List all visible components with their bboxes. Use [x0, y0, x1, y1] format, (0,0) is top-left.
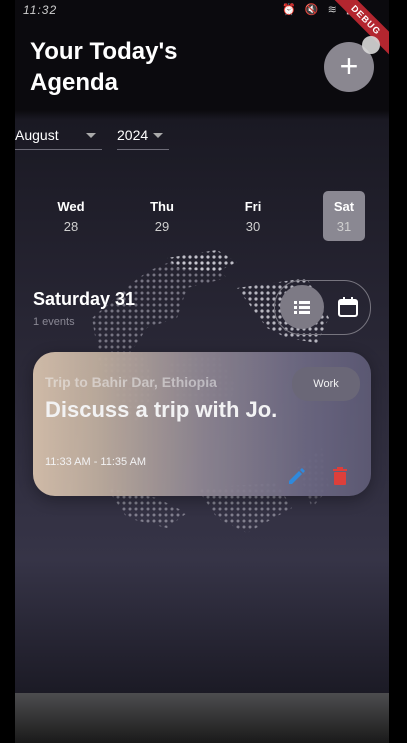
list-icon	[294, 301, 310, 314]
event-card[interactable]: Trip to Bahir Dar, Ethiopia Discuss a tr…	[33, 352, 371, 496]
title-line-2: Agenda	[30, 69, 119, 96]
day-sat-31-selected[interactable]: Sat 31	[323, 191, 365, 241]
event-category-badge: Work	[292, 367, 360, 401]
day-name: Fri	[244, 199, 262, 214]
day-fri-30[interactable]: Fri 30	[232, 191, 274, 241]
year-value: 2024	[117, 127, 149, 143]
month-value: August	[15, 127, 59, 143]
event-time: 11:33 AM - 11:35 AM	[45, 456, 147, 468]
event-count: 1 events	[33, 316, 75, 328]
chevron-down-icon	[86, 133, 96, 138]
day-name: Thu	[150, 199, 174, 214]
chevron-down-icon	[153, 133, 163, 138]
status-time: 11:32	[23, 3, 58, 17]
page-title: Your Today's Agenda	[30, 36, 178, 98]
status-bar: 11:32 ⏰ 🔇 ≋ ▮	[15, 0, 389, 22]
edit-icon[interactable]	[287, 466, 307, 486]
month-dropdown[interactable]: August	[15, 124, 102, 150]
day-thu-29[interactable]: Thu 29	[141, 191, 183, 241]
year-dropdown[interactable]: 2024	[117, 124, 169, 150]
delete-icon[interactable]	[332, 467, 348, 485]
plus-icon: +	[339, 48, 359, 84]
day-date: 28	[63, 219, 79, 234]
list-view-button[interactable]	[280, 285, 324, 329]
day-date: 30	[245, 219, 261, 234]
app-screen: 11:32 ⏰ 🔇 ≋ ▮ DEBUG Your Today's Agenda …	[15, 0, 389, 743]
day-date: 29	[154, 219, 170, 234]
debug-overlay-dot	[362, 36, 380, 54]
day-name: Wed	[57, 199, 85, 214]
calendar-icon[interactable]	[334, 293, 362, 321]
agenda-date-title: Saturday 31	[33, 289, 136, 309]
day-wed-28[interactable]: Wed 28	[50, 191, 92, 241]
event-title: Discuss a trip with Jo.	[45, 397, 278, 422]
day-date: 31	[336, 219, 352, 234]
view-toggle	[274, 280, 371, 335]
day-name: Sat	[333, 199, 355, 214]
title-line-1: Your Today's	[30, 38, 178, 65]
system-navigation-bar	[15, 693, 389, 743]
event-subtitle: Trip to Bahir Dar, Ethiopia	[45, 374, 217, 390]
